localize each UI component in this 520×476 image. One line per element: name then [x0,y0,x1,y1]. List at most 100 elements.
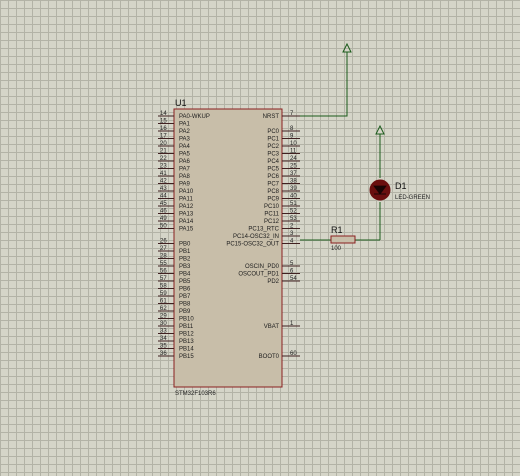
pin-number: 30 [160,321,167,327]
pin-name: VBAT [264,324,280,330]
pin-number: 45 [160,201,167,207]
schematic-drawing: U1 STM32F103R6 14 PA0-WKUP 15 PA1 16 PA2 17 PA3… [158,42,430,397]
pin-name: PA6 [179,159,191,165]
pin-number: 27 [160,246,167,252]
pin-number: 10 [290,141,297,147]
schematic-canvas[interactable]: U1 STM32F103R6 14 PA0-WKUP 15 PA1 16 PA2 17 PA3… [0,0,520,476]
pin-name: PA2 [179,129,191,135]
pin-number: 50 [160,224,167,230]
pin-name: PA10 [179,189,194,195]
pin-name: PC3 [267,152,279,158]
pin-name: PC13_RTC [248,227,279,233]
pin-name: PB12 [179,332,194,338]
pin-name: OSCIN_PD0 [245,264,280,270]
pin-number: 14 [160,111,167,117]
pin-number: 58 [160,284,167,290]
pin-name: PA5 [179,152,191,158]
pin-number: 37 [290,171,297,177]
power-terminal-icon[interactable] [342,42,352,53]
resistor-r1[interactable]: R1 100 [330,225,356,252]
pin-number: 54 [290,276,297,282]
pin-number: 56 [160,269,167,275]
pin-name: PC1 [267,137,279,143]
power-terminal-icon[interactable] [375,124,385,135]
pin-name: PB6 [179,287,191,293]
pin-number: 41 [160,171,167,177]
pin-number: 29 [160,314,167,320]
led-d1[interactable]: D1 LED-GREEN [369,179,430,201]
pin-number: 43 [160,186,167,192]
pin-number: 20 [160,141,167,147]
pin-number: 15 [160,119,167,125]
pin-name: PA0-WKUP [179,114,210,120]
pin-name: PA12 [179,204,194,210]
pin-name: PB0 [179,242,191,248]
pin-number: 46 [160,209,167,215]
pin-number: 24 [290,156,297,162]
pin-number: 49 [160,216,167,222]
pin-name: PC2 [267,144,279,150]
pin-name: PB8 [179,302,191,308]
nrst-wire[interactable] [300,52,348,117]
pin-name: PC12 [264,219,280,225]
pin-name: PC9 [267,197,279,203]
pin-name: PA7 [179,167,191,173]
pin-name: PD2 [267,279,279,285]
pin-name: PB11 [179,324,194,330]
pin-number: 28 [160,254,167,260]
pin-number: 33 [160,329,167,335]
pin-name: PA14 [179,219,194,225]
pin-name: PC6 [267,174,279,180]
pin-name: PC15-OSC32_OUT [226,242,279,248]
pin-number: 34 [160,336,167,342]
pin-number: 61 [160,299,167,305]
nrst-net[interactable] [300,42,352,117]
pin-name: PC7 [267,182,279,188]
chip-part-label: STM32F103R6 [175,391,216,397]
pin-name: PC5 [267,167,279,173]
pin-number: 11 [290,149,297,155]
pin-name: PC8 [267,189,279,195]
pin-name: PA4 [179,144,191,150]
pin-name: PB7 [179,294,191,300]
pin-name: PB15 [179,354,194,360]
pin-name: PB4 [179,272,191,278]
pin-number: 60 [290,351,297,357]
pin-number: 53 [290,216,297,222]
pin-name: PA8 [179,174,191,180]
led-ref-label: D1 [395,181,407,191]
pin-number: 25 [290,164,297,170]
pin-name: PA15 [179,227,194,233]
pin-name: PB9 [179,309,191,315]
pin-name: PB1 [179,249,191,255]
chip-u1[interactable]: U1 STM32F103R6 14 PA0-WKUP 15 PA1 16 PA2 17 PA3… [158,98,300,397]
pin-number: 40 [290,194,297,200]
resistor-value-label: 100 [331,246,342,252]
pin-name: PB10 [179,317,194,323]
pin-number: 57 [160,276,167,282]
pin-name: PC10 [264,204,280,210]
pin-number: 23 [160,164,167,170]
pin-number: 44 [160,194,167,200]
pin-number: 22 [160,156,167,162]
resistor-body[interactable] [330,235,356,244]
pin-number: 35 [160,344,167,350]
pin-number: 17 [160,134,167,140]
pin-name: PC4 [267,159,279,165]
pin-name: OSCOUT_PD1 [238,272,279,278]
pin-name: PB14 [179,347,194,353]
pin-name: PB5 [179,279,191,285]
pin-name: PB13 [179,339,194,345]
pin-number: 21 [160,149,167,155]
pin-number: 38 [290,179,297,185]
pin-number: 62 [160,306,167,312]
chip-ref-label: U1 [175,98,187,108]
chip-body[interactable] [173,108,283,388]
pin-number: 16 [160,126,167,132]
pin-name: PC0 [267,129,279,135]
led-net[interactable] [300,124,385,241]
pin-name: PA11 [179,197,193,203]
pin-number: 36 [160,351,167,357]
pin-name: PA9 [179,182,191,188]
pin-name: BOOT0 [259,354,280,360]
